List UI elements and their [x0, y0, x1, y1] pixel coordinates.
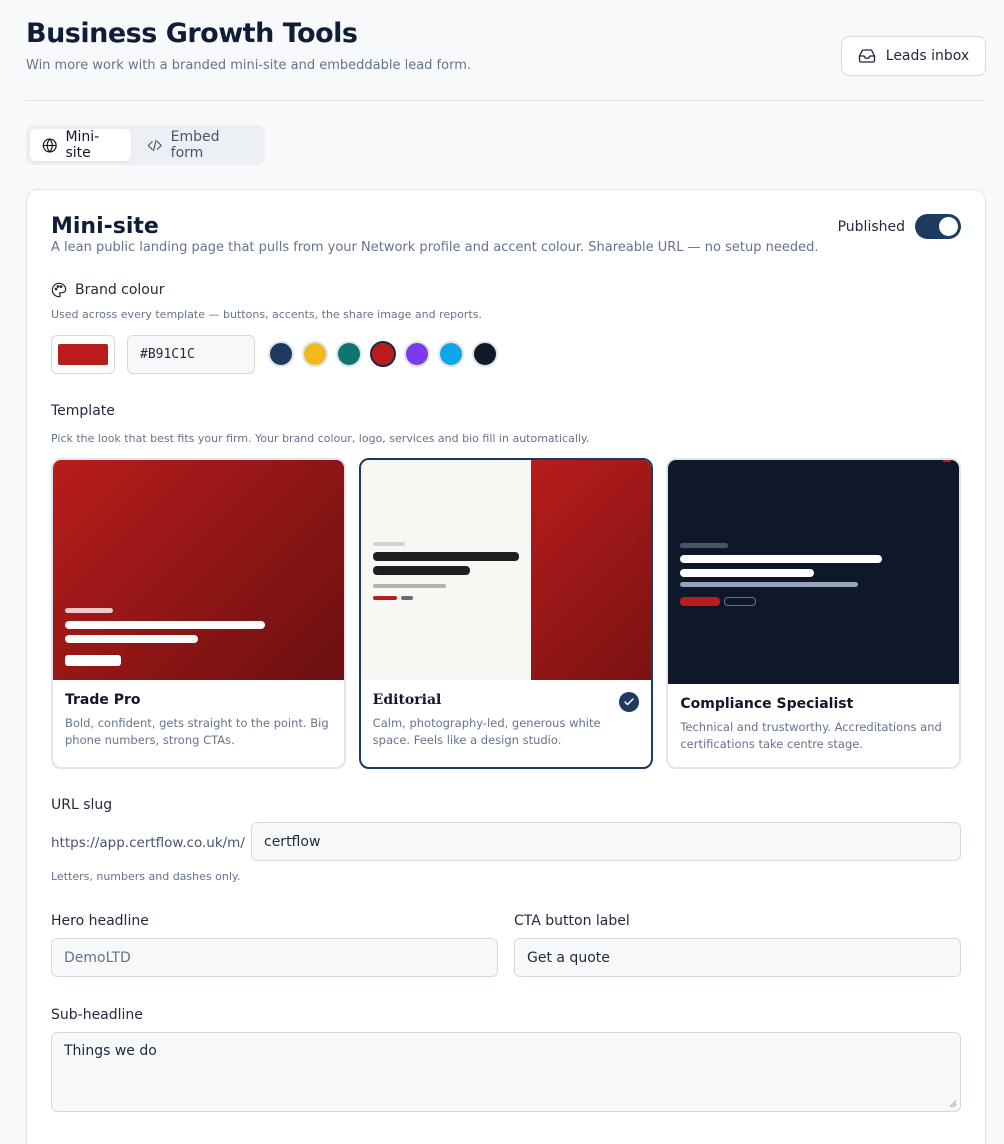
template-name: Editorial [372, 692, 442, 708]
palette-icon [51, 282, 67, 298]
page-subtitle: Win more work with a branded mini-site a… [26, 58, 471, 73]
code-icon [147, 139, 162, 151]
template-card-compliance-specialist[interactable]: Compliance Specialist Technical and trus… [666, 458, 962, 769]
sub-headline-textarea[interactable]: Things we do [51, 1032, 961, 1112]
tab-embed-form[interactable]: Embed form [135, 129, 261, 161]
template-hint: Pick the look that best fits your firm. … [51, 432, 590, 445]
tab-bar: Mini-site Embed form [26, 125, 265, 165]
leads-inbox-button[interactable]: Leads inbox [841, 36, 986, 76]
color-preset-swatch[interactable] [370, 341, 396, 367]
page-header: Business Growth Tools Win more work with… [26, 18, 986, 100]
template-card-trade-pro[interactable]: Trade Pro Bold, confident, gets straight… [51, 458, 346, 769]
toggle-knob [939, 217, 958, 236]
page-title: Business Growth Tools [26, 18, 358, 49]
template-name: Trade Pro [65, 692, 141, 708]
cta-label-label: CTA button label [514, 913, 630, 929]
current-color-fill [58, 344, 108, 365]
template-card-editorial[interactable]: Editorial Calm, photography-led, generou… [358, 458, 654, 769]
leads-inbox-label: Leads inbox [885, 48, 970, 64]
brand-colour-label: Brand colour [75, 282, 165, 298]
hero-headline-input[interactable]: DemoLTD [51, 938, 498, 977]
inbox-icon [858, 49, 875, 63]
color-preset-swatch[interactable] [336, 341, 362, 367]
tab-mini-site-label: Mini-site [65, 129, 100, 161]
template-label: Template [51, 403, 115, 419]
sub-headline-value: Things we do [64, 1043, 157, 1059]
url-slug-input[interactable]: certflow [251, 822, 961, 861]
mini-site-description: A lean public landing page that pulls fr… [51, 240, 819, 255]
hero-headline-label: Hero headline [51, 913, 149, 929]
brand-colour-hint: Used across every template — buttons, ac… [51, 308, 482, 321]
color-preset-swatch[interactable] [472, 341, 498, 367]
template-options: Trade Pro Bold, confident, gets straight… [51, 458, 962, 769]
color-presets [268, 341, 498, 367]
published-label: Published [837, 218, 905, 235]
trade-pro-preview [53, 460, 344, 680]
url-slug-prefix: https://app.certflow.co.uk/m/ [51, 835, 245, 851]
template-description: Technical and trustworthy. Accreditation… [680, 720, 942, 751]
cta-label-input[interactable]: Get a quote [514, 938, 961, 977]
resize-handle-icon[interactable] [949, 1100, 957, 1108]
mini-site-card: Mini-site A lean public landing page tha… [26, 189, 986, 1144]
mini-site-title: Mini-site [51, 214, 159, 239]
url-slug-hint: Letters, numbers and dashes only. [51, 870, 241, 883]
globe-icon [42, 137, 57, 153]
url-slug-label: URL slug [51, 797, 113, 813]
color-picker-swatch[interactable] [51, 335, 115, 374]
brand-colour-label-row: Brand colour [51, 282, 165, 298]
tab-mini-site[interactable]: Mini-site [30, 129, 132, 161]
template-description: Calm, photography-led, generous white sp… [372, 716, 601, 747]
template-name: Compliance Specialist [680, 696, 854, 712]
sub-headline-label: Sub-headline [51, 1007, 143, 1023]
tab-embed-form-label: Embed form [170, 129, 220, 161]
color-preset-swatch[interactable] [438, 341, 464, 367]
hex-color-input[interactable]: #B91C1C [127, 335, 255, 374]
template-description: Bold, confident, gets straight to the po… [65, 716, 329, 747]
published-control: Published [838, 214, 961, 239]
color-preset-swatch[interactable] [404, 341, 430, 367]
color-preset-swatch[interactable] [268, 341, 294, 367]
color-preset-swatch[interactable] [302, 341, 328, 367]
published-toggle[interactable] [915, 214, 961, 239]
header-divider [26, 100, 986, 101]
editorial-preview [360, 460, 652, 680]
compliance-preview [668, 460, 960, 684]
